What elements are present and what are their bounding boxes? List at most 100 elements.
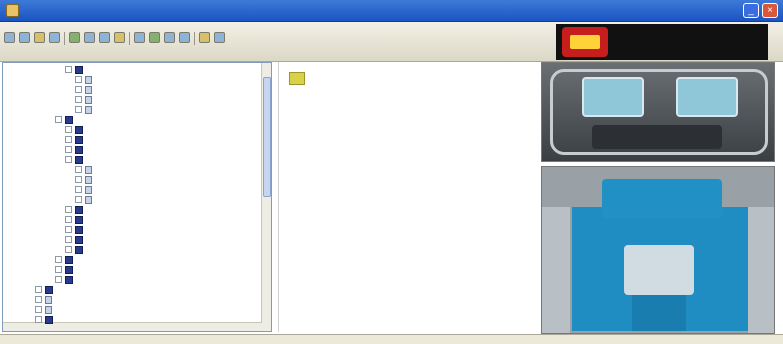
minimize-button[interactable]: _	[743, 3, 759, 18]
expand-toggle-icon[interactable]	[75, 166, 82, 173]
expand-toggle-icon[interactable]	[65, 136, 72, 143]
expand-toggle-icon[interactable]	[75, 86, 82, 93]
expand-toggle-icon[interactable]	[75, 186, 82, 193]
tree-item[interactable]	[55, 115, 76, 124]
document-icon	[85, 95, 92, 104]
previous-page-icon[interactable]	[164, 32, 175, 43]
view-icon[interactable]	[134, 32, 145, 43]
zoom-out-icon[interactable]	[99, 32, 110, 43]
settings-icon[interactable]	[199, 32, 210, 43]
book-icon	[75, 235, 83, 244]
book-icon	[75, 205, 83, 214]
expand-toggle-icon[interactable]	[65, 146, 72, 153]
scrollbar-thumb[interactable]	[263, 77, 271, 197]
expand-toggle-icon[interactable]	[75, 106, 82, 113]
book-icon	[75, 65, 83, 74]
zoom-in-icon[interactable]	[84, 32, 95, 43]
tree-item[interactable]	[65, 205, 86, 214]
expand-toggle-icon[interactable]	[55, 256, 62, 263]
expand-toggle-icon[interactable]	[75, 96, 82, 103]
document-icon	[45, 305, 52, 314]
tree-item[interactable]	[75, 75, 95, 84]
search-icon[interactable]	[69, 32, 80, 43]
expand-toggle-icon[interactable]	[65, 216, 72, 223]
expand-toggle-icon[interactable]	[35, 296, 42, 303]
tree-item[interactable]	[35, 295, 55, 304]
title-bar: _ ×	[0, 0, 783, 22]
document-icon	[85, 175, 92, 184]
tree-item[interactable]	[75, 175, 95, 184]
book-icon	[45, 285, 53, 294]
content-pane	[278, 62, 538, 332]
help-icon[interactable]	[214, 32, 225, 43]
expand-toggle-icon[interactable]	[75, 176, 82, 183]
diagram-side-left	[542, 207, 570, 333]
book-icon	[75, 245, 83, 254]
tree-item[interactable]	[65, 65, 86, 74]
expand-toggle-icon[interactable]	[65, 126, 72, 133]
back-icon[interactable]	[4, 32, 15, 43]
book-icon	[75, 125, 83, 134]
highlighted-top-panel	[602, 179, 722, 219]
tree-item[interactable]	[65, 155, 86, 164]
forward-icon[interactable]	[19, 32, 30, 43]
tree-item[interactable]	[75, 185, 95, 194]
expand-toggle-icon[interactable]	[75, 196, 82, 203]
tree-vertical-scrollbar[interactable]	[261, 63, 271, 331]
expand-toggle-icon[interactable]	[65, 226, 72, 233]
warning-icon	[289, 72, 305, 85]
document-icon	[45, 295, 52, 304]
floor-area	[592, 125, 722, 149]
logo-mark	[562, 27, 608, 57]
tree-item[interactable]	[65, 245, 86, 254]
document-icon	[85, 165, 92, 174]
vehicle-interior-photo	[541, 62, 775, 162]
tree-item[interactable]	[65, 125, 86, 134]
home-icon[interactable]	[34, 32, 45, 43]
tree-item[interactable]	[35, 315, 56, 324]
expand-toggle-icon[interactable]	[55, 116, 62, 123]
tree-item[interactable]	[75, 195, 95, 204]
tree-item[interactable]	[55, 265, 76, 274]
tree-item[interactable]	[65, 215, 86, 224]
book-icon	[75, 225, 83, 234]
close-button[interactable]: ×	[762, 3, 778, 18]
tree-item[interactable]	[65, 145, 86, 154]
tree-item[interactable]	[35, 285, 56, 294]
book-icon	[75, 215, 83, 224]
book-icon	[65, 115, 73, 124]
tree-item[interactable]	[55, 275, 76, 284]
expand-toggle-icon[interactable]	[65, 66, 72, 73]
tree-item[interactable]	[55, 255, 76, 264]
expand-toggle-icon[interactable]	[35, 286, 42, 293]
tree-item[interactable]	[35, 305, 55, 314]
toolbar-buttons	[4, 32, 225, 45]
book-icon	[65, 255, 73, 264]
bookmark-icon[interactable]	[114, 32, 125, 43]
expand-toggle-icon[interactable]	[35, 316, 42, 323]
expand-toggle-icon[interactable]	[35, 306, 42, 313]
tree-item[interactable]	[75, 105, 95, 114]
diagram-side-right	[748, 207, 774, 333]
tree-item[interactable]	[75, 85, 95, 94]
expand-toggle-icon[interactable]	[75, 76, 82, 83]
expand-toggle-icon[interactable]	[65, 206, 72, 213]
print-icon[interactable]	[49, 32, 60, 43]
document-icon	[85, 195, 92, 204]
toolbar-separator	[64, 32, 65, 45]
tree-item[interactable]	[75, 95, 95, 104]
tree-item[interactable]	[75, 165, 95, 174]
tree-item[interactable]	[65, 225, 86, 234]
next-page-icon[interactable]	[179, 32, 190, 43]
expand-toggle-icon[interactable]	[65, 156, 72, 163]
expand-toggle-icon[interactable]	[65, 236, 72, 243]
refresh-icon[interactable]	[149, 32, 160, 43]
navigation-tree[interactable]	[2, 62, 272, 332]
expand-toggle-icon[interactable]	[55, 266, 62, 273]
tree-item[interactable]	[65, 135, 86, 144]
expand-toggle-icon[interactable]	[55, 276, 62, 283]
expand-toggle-icon[interactable]	[65, 246, 72, 253]
tree-item[interactable]	[65, 235, 86, 244]
document-icon	[85, 85, 92, 94]
highlighted-panel-right	[676, 77, 738, 117]
